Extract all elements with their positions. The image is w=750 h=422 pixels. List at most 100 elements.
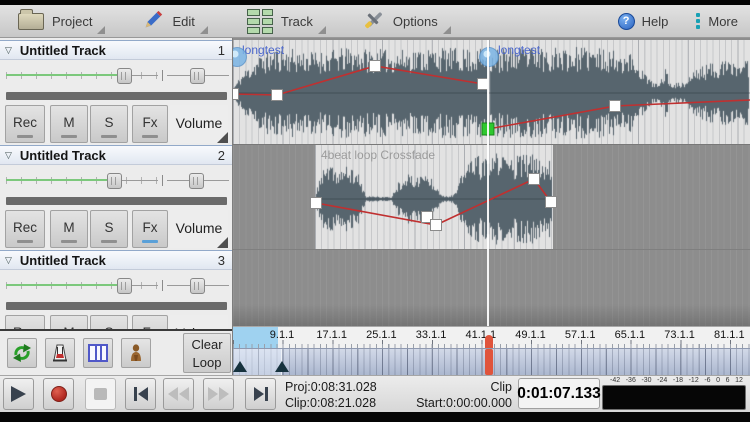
track-menu-button[interactable]: Track: [237, 5, 329, 37]
dropdown-corner-icon: [217, 132, 228, 143]
mute-button[interactable]: M: [50, 210, 88, 248]
go-to-end-button[interactable]: [245, 378, 276, 410]
project-menu-button[interactable]: Project: [8, 5, 108, 37]
project-time: Proj:0:08:31.028: [285, 379, 377, 395]
button-indicator: [101, 240, 117, 243]
playhead-marker[interactable]: [485, 335, 493, 349]
fx-button[interactable]: Fx: [132, 315, 168, 329]
clear-loop-button[interactable]: Clear Loop: [183, 333, 231, 373]
track-title-bar[interactable]: ▽ Untitled Track 3: [0, 250, 232, 270]
db-label: -24: [657, 377, 667, 384]
automation-type-dropdown[interactable]: Volume: [170, 105, 228, 143]
collapse-icon[interactable]: ▽: [5, 151, 12, 160]
db-label: -18: [673, 377, 683, 384]
rewind-button[interactable]: [163, 378, 194, 410]
playhead-line: [487, 40, 489, 326]
audio-clip[interactable]: longtest: [233, 40, 489, 144]
audio-clip[interactable]: 4beat loop Crossfade: [315, 145, 553, 249]
track-level-meter: [6, 302, 227, 310]
play-icon: [11, 386, 26, 402]
grid-view-button[interactable]: [83, 338, 113, 368]
volume-slider-thumb[interactable]: [107, 173, 122, 189]
stop-button[interactable]: [85, 378, 116, 410]
db-scale-labels: -42-36-30-24-18-12-60612: [610, 377, 743, 384]
volume-slider[interactable]: [6, 165, 158, 195]
mute-button[interactable]: M: [50, 315, 88, 329]
track-header-1: ▽ Untitled Track 1 Rec: [0, 40, 232, 145]
record-arm-button[interactable]: Rec: [5, 210, 45, 248]
more-button[interactable]: More: [696, 13, 738, 29]
track-panel: ▽ Untitled Track 1 Rec: [0, 38, 233, 375]
playhead-scrub-handle[interactable]: [485, 349, 493, 375]
play-button[interactable]: [3, 378, 34, 410]
automation-type-dropdown[interactable]: Volume: [170, 210, 228, 248]
help-button[interactable]: ? Help: [618, 13, 669, 30]
track-lane-3[interactable]: [233, 250, 750, 326]
fast-forward-button[interactable]: [203, 378, 234, 410]
fx-button[interactable]: Fx: [132, 210, 168, 248]
fx-button[interactable]: Fx: [132, 105, 168, 143]
loop-icon: [12, 343, 32, 363]
pan-slider[interactable]: [167, 60, 229, 90]
scrub-bar[interactable]: [233, 348, 750, 375]
solo-button[interactable]: S: [90, 105, 128, 143]
edit-menu-label: Edit: [172, 14, 194, 29]
collapse-icon[interactable]: ▽: [5, 256, 12, 265]
slider-fill: [6, 74, 125, 76]
instrument-button[interactable]: [121, 338, 151, 368]
track-level-meter: [6, 197, 227, 205]
timeline-ruler[interactable]: 9.1.117.1.125.1.133.1.141.1.149.1.157.1.…: [233, 326, 750, 348]
record-arm-button[interactable]: Rec: [5, 315, 45, 329]
slider-divider: [162, 70, 163, 81]
options-menu-button[interactable]: Options: [353, 5, 454, 37]
button-indicator: [101, 135, 117, 138]
button-indicator: [142, 135, 158, 138]
record-button[interactable]: [43, 378, 74, 410]
go-to-start-button[interactable]: [125, 378, 156, 410]
volume-slider[interactable]: [6, 270, 158, 300]
solo-button[interactable]: S: [90, 315, 128, 329]
main-time-display[interactable]: 0:01:07.133: [518, 378, 600, 409]
loop-end-handle[interactable]: [275, 361, 289, 372]
slider-divider: [162, 280, 163, 291]
master-level-meter: [602, 385, 746, 410]
loop-start-handle[interactable]: [233, 361, 247, 372]
clip-start-time: Clip Start:0:00:00.000: [393, 379, 512, 411]
help-label: Help: [642, 14, 669, 29]
track-menu-label: Track: [281, 14, 313, 29]
pan-slider[interactable]: [167, 165, 229, 195]
options-menu-label: Options: [393, 14, 438, 29]
tools-row: Clear Loop: [0, 331, 232, 375]
track-lane-2[interactable]: 4beat loop Crossfade: [233, 145, 750, 250]
volume-slider-thumb[interactable]: [117, 278, 132, 294]
edit-menu-button[interactable]: Edit: [132, 5, 210, 37]
metronome-button[interactable]: [45, 338, 75, 368]
track-slider-zone: [0, 270, 232, 300]
volume-slider-thumb[interactable]: [117, 68, 132, 84]
navigation-bar: [0, 412, 750, 422]
stop-icon: [94, 388, 107, 400]
audio-clip[interactable]: longtest: [489, 40, 750, 144]
performer-icon: [126, 343, 146, 363]
skip-end-icon: [254, 387, 264, 401]
loop-toggle-button[interactable]: [7, 338, 37, 368]
track-title-bar[interactable]: ▽ Untitled Track 2: [0, 145, 232, 165]
track-title-bar[interactable]: ▽ Untitled Track 1: [0, 40, 232, 60]
track-name: Untitled Track: [20, 253, 106, 268]
record-arm-button[interactable]: Rec: [5, 105, 45, 143]
pan-slider-thumb[interactable]: [190, 68, 205, 84]
arrangement-area: longtest longtest 4beat loop Crossfade 9…: [233, 38, 750, 375]
volume-slider[interactable]: [6, 60, 158, 90]
automation-type-dropdown[interactable]: Volume: [170, 315, 228, 329]
collapse-icon[interactable]: ▽: [5, 46, 12, 55]
mute-button[interactable]: M: [50, 105, 88, 143]
pan-slider-thumb[interactable]: [189, 173, 204, 189]
pan-slider-thumb[interactable]: [190, 278, 205, 294]
db-label: 12: [735, 377, 743, 384]
button-indicator: [142, 240, 158, 243]
end-bar-icon: [265, 387, 268, 401]
db-label: -30: [641, 377, 651, 384]
pan-slider[interactable]: [167, 270, 229, 300]
track-lane-1[interactable]: longtest longtest: [233, 40, 750, 145]
solo-button[interactable]: S: [90, 210, 128, 248]
